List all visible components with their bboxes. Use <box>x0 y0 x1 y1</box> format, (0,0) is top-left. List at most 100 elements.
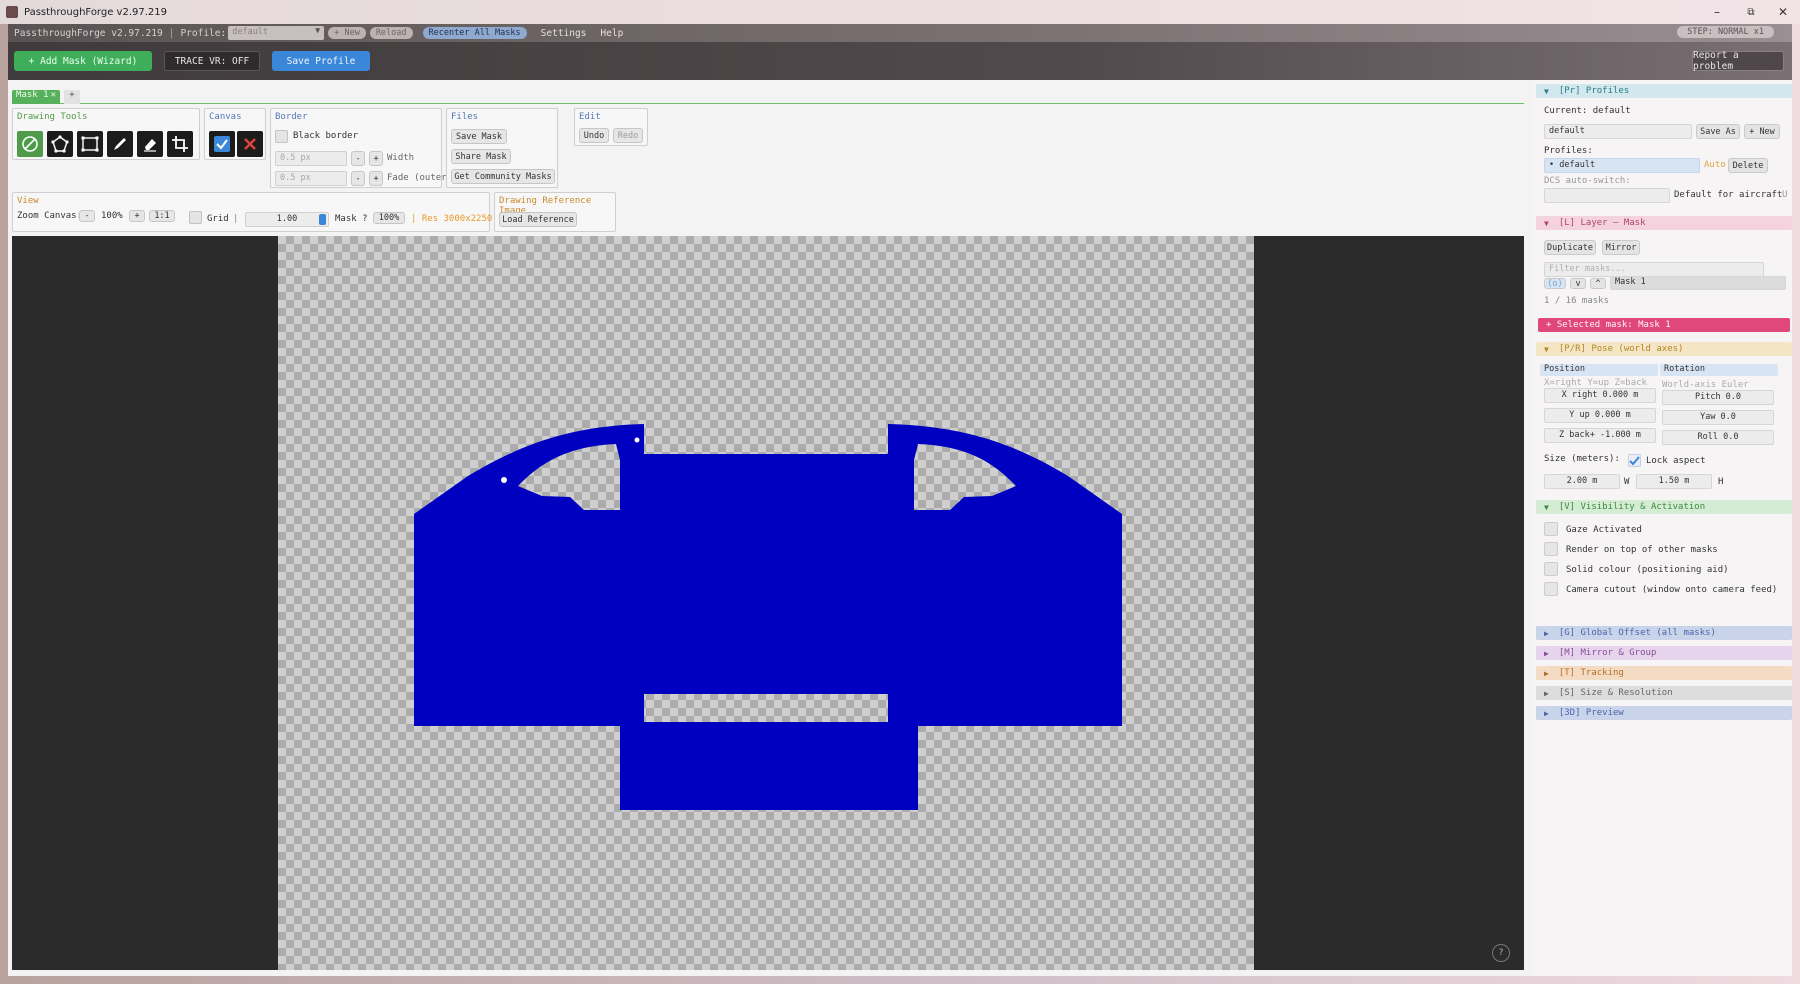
gaze-activated-checkbox[interactable] <box>1544 522 1558 536</box>
share-mask-button[interactable]: Share Mask <box>451 149 511 164</box>
mirror-mask-button[interactable]: Mirror <box>1602 240 1640 255</box>
report-problem-button[interactable]: Report a problem <box>1692 50 1784 72</box>
auto-label[interactable]: Auto <box>1704 160 1726 170</box>
u-label: U <box>1782 190 1788 200</box>
main-toolbar: + Add Mask (Wizard) TRACE VR: OFF Save P… <box>8 42 1792 80</box>
rectangle-tool-icon[interactable] <box>77 131 103 157</box>
mask-opacity-slider[interactable]: 1.00 <box>245 212 329 227</box>
mirror-group-section-header[interactable]: ▶ [M] Mirror & Group <box>1536 646 1792 660</box>
main-window: Mask 1 ✕ + Drawing Tools Canvas Border B… <box>8 80 1792 976</box>
add-mask-wizard-button[interactable]: + Add Mask (Wizard) <box>14 51 152 71</box>
mask-pct-button[interactable]: 100% <box>373 212 405 224</box>
add-tab-button[interactable]: + <box>64 90 80 104</box>
clear-canvas-icon[interactable] <box>237 131 263 157</box>
position-x-input[interactable]: X right 0.000 m <box>1544 388 1656 403</box>
render-on-top-checkbox[interactable] <box>1544 542 1558 556</box>
lock-aspect-checkbox[interactable] <box>1628 454 1641 467</box>
profiles-section-header[interactable]: ▼ [Pr] Profiles <box>1536 84 1792 98</box>
recenter-all-masks-button[interactable]: Recenter All Masks <box>422 27 527 39</box>
crop-tool-icon[interactable] <box>167 131 193 157</box>
files-group-title: Files <box>451 112 479 122</box>
grid-checkbox[interactable] <box>189 211 202 224</box>
filter-masks-input[interactable]: Filter masks... <box>1544 262 1764 277</box>
mask-shape[interactable] <box>278 236 1254 970</box>
border-width-decrement[interactable]: - <box>351 151 365 166</box>
undo-button[interactable]: Undo <box>579 128 609 143</box>
menu-help[interactable]: Help <box>600 28 623 39</box>
polygon-tool-icon[interactable] <box>47 131 73 157</box>
canvas-transparency-grid[interactable] <box>278 236 1254 970</box>
zoom-reset-button[interactable]: 1:1 <box>149 210 175 222</box>
eraser-tool-icon[interactable] <box>137 131 163 157</box>
black-border-checkbox[interactable] <box>275 130 288 143</box>
layer-section-header[interactable]: ▼ [L] Layer – Mask <box>1536 216 1792 230</box>
camera-cutout-checkbox[interactable] <box>1544 582 1558 596</box>
border-width-increment[interactable]: + <box>369 151 383 166</box>
profile-list-item[interactable]: • default <box>1544 158 1700 173</box>
redo-button[interactable]: Redo <box>613 128 643 143</box>
menu-settings[interactable]: Settings <box>541 28 587 39</box>
rotation-roll-input[interactable]: Roll 0.0 <box>1662 430 1774 445</box>
new-profile-button[interactable]: + New <box>328 27 366 39</box>
trace-vr-toggle[interactable]: TRACE VR: OFF <box>164 51 260 71</box>
profile-label: Profile: <box>180 27 227 39</box>
save-profile-button[interactable]: Save Profile <box>272 51 370 71</box>
size-height-input[interactable]: 1.50 m <box>1636 474 1712 489</box>
rotation-yaw-input[interactable]: Yaw 0.0 <box>1662 410 1774 425</box>
position-y-input[interactable]: Y up 0.000 m <box>1544 408 1656 423</box>
rotation-pitch-input[interactable]: Pitch 0.0 <box>1662 390 1774 405</box>
visibility-header-label: [V] Visibility & Activation <box>1558 502 1706 512</box>
zoom-out-button[interactable]: - <box>79 210 95 222</box>
pose-section-header[interactable]: ▼ [P/R] Pose (world axes) <box>1536 342 1792 356</box>
pen-tool-icon[interactable] <box>107 131 133 157</box>
close-tab-icon[interactable]: ✕ <box>51 90 56 100</box>
mask-list-item[interactable]: Mask 1 <box>1610 276 1786 290</box>
maximize-icon[interactable]: ⧉ <box>1734 0 1768 24</box>
size-width-input[interactable]: 2.00 m <box>1544 474 1620 489</box>
border-fade-increment[interactable]: + <box>369 171 383 186</box>
dcs-aircraft-input[interactable] <box>1544 188 1670 203</box>
save-as-button[interactable]: Save As <box>1696 124 1740 139</box>
tracking-section-header[interactable]: ▶ [T] Tracking <box>1536 666 1792 680</box>
slider-handle[interactable] <box>319 214 326 225</box>
mask-move-up-button[interactable]: ^ <box>1590 278 1606 289</box>
global-offset-section-header[interactable]: ▶ [G] Global Offset (all masks) <box>1536 626 1792 640</box>
save-mask-button[interactable]: Save Mask <box>451 129 507 144</box>
solid-colour-checkbox[interactable] <box>1544 562 1558 576</box>
current-profile-label: Current: default <box>1544 106 1631 116</box>
load-reference-button[interactable]: Load Reference <box>499 212 577 227</box>
visibility-section-header[interactable]: ▼ [V] Visibility & Activation <box>1536 500 1792 514</box>
position-z-input[interactable]: Z back+ -1.000 m <box>1544 428 1656 443</box>
preview-3d-section-header[interactable]: ▶ [3D] Preview <box>1536 706 1792 720</box>
canvas-help-button[interactable]: ? <box>1492 944 1510 962</box>
selected-mask-banner[interactable]: + Selected mask: Mask 1 <box>1538 318 1790 332</box>
select-tool-icon[interactable] <box>17 131 43 157</box>
size-resolution-section-header[interactable]: ▶ [S] Size & Resolution <box>1536 686 1792 700</box>
step-indicator[interactable]: STEP: NORMAL x1 <box>1677 26 1774 38</box>
tab-mask-1[interactable]: Mask 1 ✕ <box>12 90 60 104</box>
duplicate-mask-button[interactable]: Duplicate <box>1544 240 1596 255</box>
grid-label: Grid <box>207 214 229 224</box>
mask-visibility-toggle[interactable]: (o) <box>1544 278 1566 289</box>
profile-select[interactable]: default ▼ <box>228 26 325 40</box>
window-title: PassthroughForge v2.97.219 <box>24 6 167 18</box>
border-fade-input[interactable]: 0.5 px <box>275 171 347 186</box>
reload-button[interactable]: Reload <box>369 27 413 39</box>
black-border-label: Black border <box>293 131 359 141</box>
reference-image-group: Drawing Reference Image Load Reference <box>494 192 616 232</box>
zoom-in-button[interactable]: + <box>129 210 145 222</box>
drawing-canvas[interactable]: ? <box>12 236 1524 970</box>
position-column-header: Position <box>1540 364 1658 376</box>
border-width-input[interactable]: 0.5 px <box>275 151 347 166</box>
profile-name-input[interactable]: default <box>1544 124 1692 139</box>
view-group: View Zoom Canvas: - 100% + 1:1 Grid | 1.… <box>12 192 492 232</box>
new-profile-button-panel[interactable]: + New <box>1744 124 1780 139</box>
canvas-group: Canvas <box>204 108 266 160</box>
confirm-canvas-icon[interactable] <box>209 131 235 157</box>
mask-move-down-button[interactable]: v <box>1570 278 1586 289</box>
delete-profile-button[interactable]: Delete <box>1728 158 1768 173</box>
close-icon[interactable]: ✕ <box>1766 0 1800 24</box>
border-fade-decrement[interactable]: - <box>351 171 365 186</box>
minimize-icon[interactable]: – <box>1700 0 1734 24</box>
get-community-masks-button[interactable]: Get Community Masks <box>451 169 555 184</box>
